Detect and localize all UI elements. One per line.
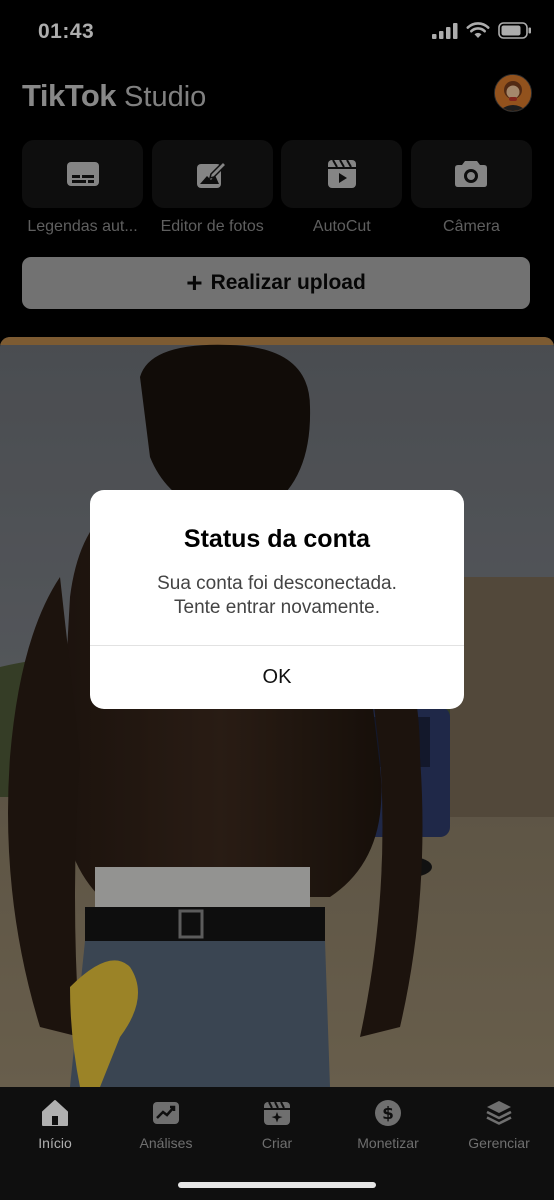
home-indicator[interactable] xyxy=(178,1182,376,1188)
bottom-tab-bar: Início Análises Criar $ Monetizar Gerenc… xyxy=(0,1087,554,1200)
home-icon xyxy=(42,1100,68,1126)
tab-inicio[interactable]: Início xyxy=(0,1099,110,1151)
tab-inicio-label: Início xyxy=(38,1135,72,1151)
account-status-dialog: Status da conta Sua conta foi desconecta… xyxy=(90,490,464,709)
dollar-icon: $ xyxy=(375,1100,401,1126)
tab-criar[interactable]: Criar xyxy=(222,1099,332,1151)
tab-gerenciar[interactable]: Gerenciar xyxy=(444,1099,554,1151)
tab-gerenciar-label: Gerenciar xyxy=(468,1135,530,1151)
tab-monetizar-label: Monetizar xyxy=(357,1135,419,1151)
layers-icon xyxy=(486,1101,512,1125)
tab-analises[interactable]: Análises xyxy=(111,1099,221,1151)
dialog-message-line2: Tente entrar novamente. xyxy=(174,597,380,618)
analytics-icon xyxy=(153,1102,179,1124)
tab-monetizar[interactable]: $ Monetizar xyxy=(333,1099,443,1151)
create-icon xyxy=(264,1101,290,1125)
dialog-message: Sua conta foi desconectada. Tente entrar… xyxy=(120,572,434,620)
tab-criar-label: Criar xyxy=(261,1135,293,1151)
ok-button[interactable]: OK xyxy=(90,646,464,709)
svg-text:$: $ xyxy=(382,1104,394,1124)
dialog-title: Status da conta xyxy=(183,525,371,553)
dialog-message-line1: Sua conta foi desconectada. xyxy=(157,573,397,594)
tab-analises-label: Análises xyxy=(139,1135,193,1151)
